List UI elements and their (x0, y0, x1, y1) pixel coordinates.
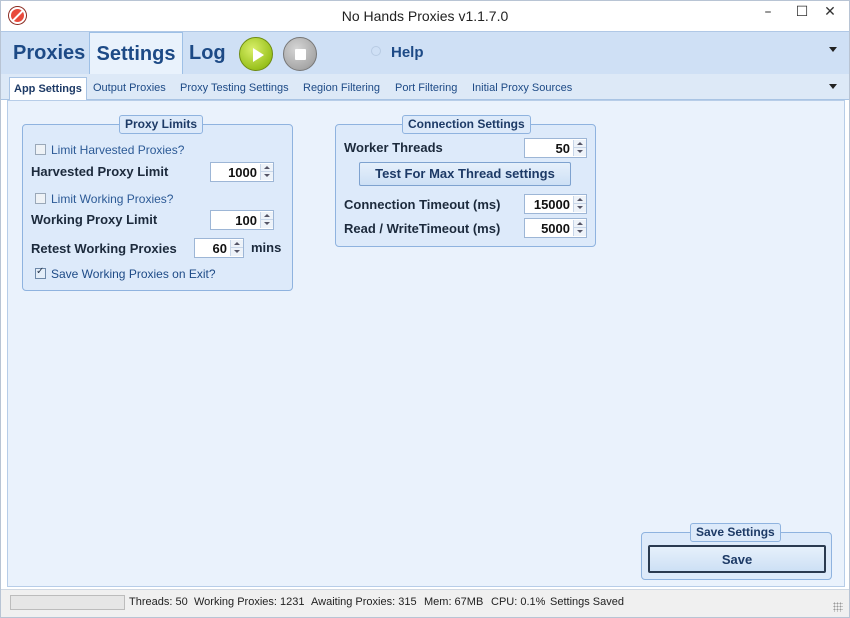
retest-label: Retest Working Proxies (31, 241, 177, 256)
rw-timeout-spin-buttons[interactable] (573, 220, 586, 236)
proxy-limits-title: Proxy Limits (119, 115, 204, 134)
minimize-button[interactable]: – (751, 1, 785, 25)
stop-button[interactable] (283, 37, 317, 71)
limit-harvested-label: Limit Harvested Proxies? (51, 143, 185, 157)
spin-up-icon[interactable] (231, 240, 243, 248)
spin-up-icon[interactable] (574, 220, 586, 228)
rw-timeout-label: Read / WriteTimeout (ms) (344, 221, 501, 236)
connection-timeout-spin-buttons[interactable] (573, 196, 586, 212)
limit-working-checkbox-box[interactable] (35, 193, 46, 204)
worker-threads-stepper[interactable]: 50 (524, 138, 587, 158)
harvested-limit-spin-buttons[interactable] (260, 164, 273, 180)
harvested-limit-stepper[interactable]: 1000 (210, 162, 274, 182)
status-progress-bar (10, 595, 125, 610)
retest-spin-buttons[interactable] (230, 240, 243, 256)
working-limit-value[interactable]: 100 (235, 213, 257, 228)
rw-timeout-value[interactable]: 5000 (541, 221, 570, 236)
start-button[interactable] (239, 37, 273, 71)
connection-settings-title: Connection Settings (402, 115, 531, 134)
window-title: No Hands Proxies v1.1.7.0 (341, 8, 509, 24)
menu-proxies[interactable]: Proxies (9, 32, 89, 75)
app-window: No Hands Proxies v1.1.7.0 – ☐ ✕ Proxies … (0, 0, 850, 618)
tab-overflow-chevron-icon[interactable] (829, 84, 837, 89)
worker-threads-value[interactable]: 50 (556, 141, 570, 156)
connection-timeout-stepper[interactable]: 15000 (524, 194, 587, 214)
retest-value[interactable]: 60 (213, 241, 227, 256)
tab-region-filtering[interactable]: Region Filtering (303, 77, 380, 100)
stop-icon (295, 49, 306, 60)
play-icon (253, 48, 264, 62)
resize-grip-icon[interactable] (833, 602, 843, 612)
harvested-limit-value[interactable]: 1000 (228, 165, 257, 180)
working-limit-stepper[interactable]: 100 (210, 210, 274, 230)
status-message: Settings Saved (550, 596, 624, 608)
help-icon (371, 46, 381, 56)
app-settings-panel: Proxy Limits Limit Harvested Proxies? Ha… (7, 100, 845, 587)
status-cpu: CPU: 0.1% (491, 596, 546, 608)
test-max-thread-button[interactable]: Test For Max Thread settings (359, 162, 571, 186)
worker-threads-label: Worker Threads (344, 140, 443, 155)
title-bar: No Hands Proxies v1.1.7.0 – ☐ ✕ (1, 1, 849, 31)
harvested-limit-label: Harvested Proxy Limit (31, 164, 169, 179)
proxy-limits-group: Proxy Limits Limit Harvested Proxies? Ha… (22, 115, 293, 291)
save-button[interactable]: Save (648, 545, 826, 573)
tab-port-filtering[interactable]: Port Filtering (395, 77, 457, 100)
retest-stepper[interactable]: 60 (194, 238, 244, 258)
working-limit-label: Working Proxy Limit (31, 212, 158, 227)
settings-tab-bar: App Settings Output Proxies Proxy Testin… (1, 74, 849, 100)
status-working-proxies: Working Proxies: 1231 (194, 596, 305, 608)
spin-down-icon[interactable] (261, 172, 273, 180)
tab-proxy-testing-settings[interactable]: Proxy Testing Settings (180, 77, 289, 100)
spin-up-icon[interactable] (261, 164, 273, 172)
retest-unit: mins (251, 240, 282, 255)
main-menu-bar: Proxies Settings Log (1, 31, 849, 75)
save-settings-group: Save Settings Save (641, 523, 832, 580)
status-awaiting-proxies: Awaiting Proxies: 315 (311, 596, 417, 608)
spin-up-icon[interactable] (574, 140, 586, 148)
connection-timeout-label: Connection Timeout (ms) (344, 197, 501, 212)
save-on-exit-label: Save Working Proxies on Exit? (51, 267, 216, 281)
chevron-down-icon[interactable] (829, 47, 837, 52)
rw-timeout-stepper[interactable]: 5000 (524, 218, 587, 238)
status-threads: Threads: 50 (129, 596, 188, 608)
status-bar: Threads: 50 Working Proxies: 1231 Awaiti… (1, 589, 849, 617)
tab-app-settings[interactable]: App Settings (9, 77, 87, 100)
spin-down-icon[interactable] (231, 248, 243, 256)
close-button[interactable]: ✕ (813, 1, 847, 25)
spin-up-icon[interactable] (261, 212, 273, 220)
spin-down-icon[interactable] (574, 228, 586, 236)
menu-log[interactable]: Log (185, 32, 230, 75)
save-settings-title: Save Settings (690, 523, 781, 542)
worker-threads-spin-buttons[interactable] (573, 140, 586, 156)
menu-settings[interactable]: Settings (89, 32, 183, 75)
tab-output-proxies[interactable]: Output Proxies (93, 77, 166, 100)
menu-help[interactable]: Help (391, 31, 424, 74)
tab-initial-proxy-sources[interactable]: Initial Proxy Sources (472, 77, 572, 100)
limit-harvested-checkbox-box[interactable] (35, 144, 46, 155)
connection-settings-group: Connection Settings Worker Threads 50 Te… (335, 115, 596, 247)
spin-down-icon[interactable] (574, 204, 586, 212)
save-on-exit-checkbox-box[interactable] (35, 266, 46, 279)
limit-working-label: Limit Working Proxies? (51, 192, 174, 206)
spin-up-icon[interactable] (574, 196, 586, 204)
working-limit-spin-buttons[interactable] (260, 212, 273, 228)
spin-down-icon[interactable] (261, 220, 273, 228)
status-memory: Mem: 67MB (424, 596, 484, 608)
spin-down-icon[interactable] (574, 148, 586, 156)
connection-timeout-value[interactable]: 15000 (534, 197, 570, 212)
